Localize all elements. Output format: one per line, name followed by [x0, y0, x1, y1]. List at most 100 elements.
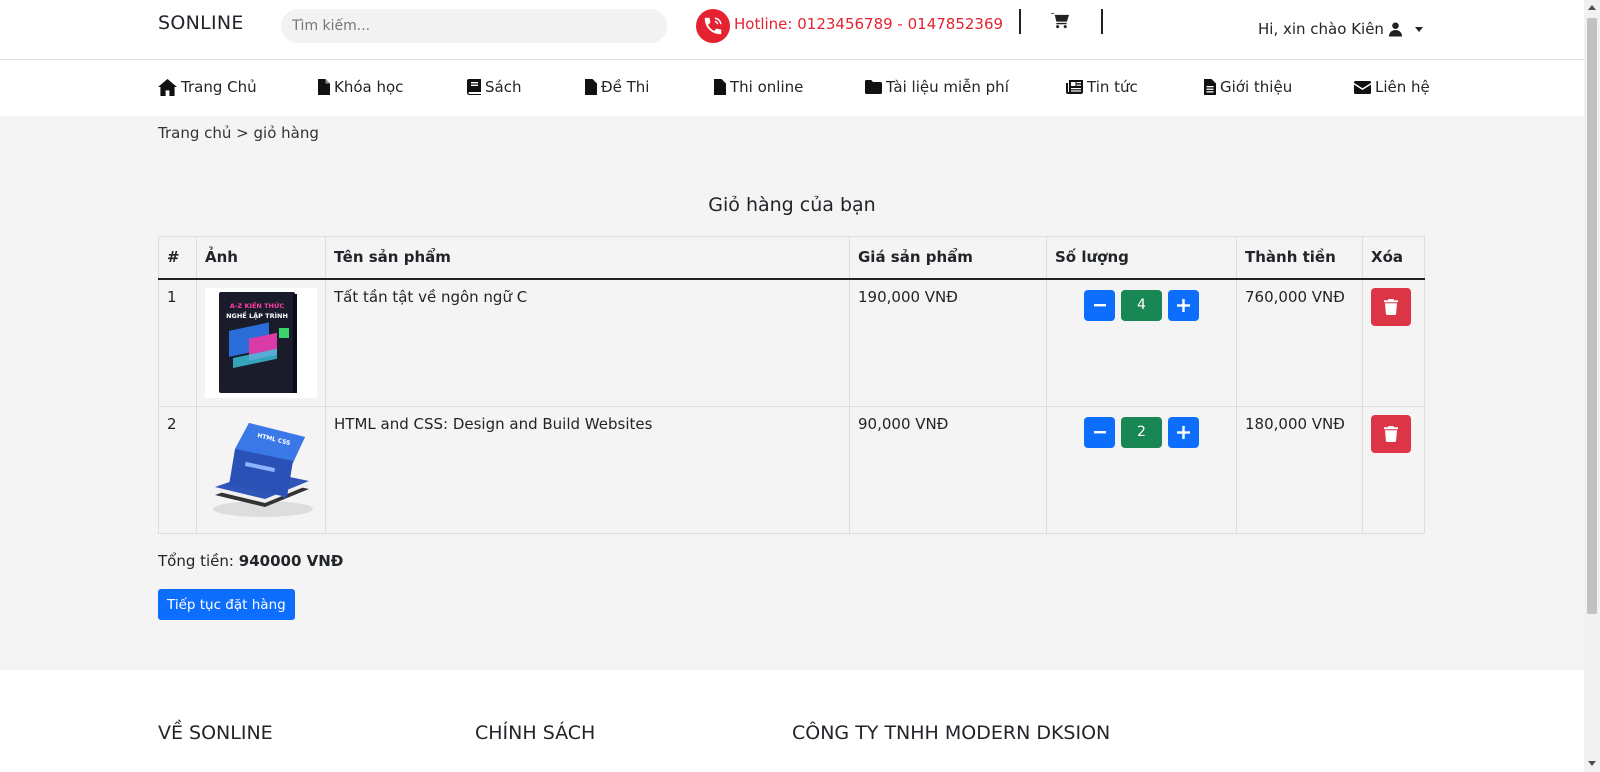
- delete-button[interactable]: [1371, 414, 1411, 453]
- top-header: SONLINE Hotline: 0123456789 - 0147852369…: [0, 0, 1584, 60]
- breadcrumb-current: giỏ hàng: [253, 124, 319, 142]
- cart-table: # Ảnh Tên sản phẩm Giá sản phẩm Số lượng…: [158, 236, 1425, 534]
- file-icon: [714, 79, 726, 95]
- nav-item-free-docs[interactable]: Tài liệu miễn phí: [865, 78, 1009, 96]
- nav-item-label: Đề Thi: [601, 78, 650, 96]
- decrease-qty-button[interactable]: [1084, 289, 1115, 321]
- user-icon: [1388, 22, 1402, 37]
- nav-item-courses[interactable]: Khóa học: [318, 78, 403, 96]
- nav-item-news[interactable]: Tin tức: [1066, 78, 1138, 96]
- breadcrumb-separator: >: [236, 124, 249, 142]
- product-image-cell: HTML CSS: [196, 405, 326, 534]
- nav-item-label: Thi online: [730, 78, 804, 96]
- nav-item-label: Giới thiệu: [1220, 78, 1293, 96]
- product-price: 90,000 VNĐ: [849, 405, 1047, 534]
- phone-icon: [696, 9, 730, 43]
- product-name[interactable]: Tất tần tật về ngôn ngữ C: [325, 278, 850, 407]
- scroll-up-arrow-icon[interactable]: [1588, 5, 1596, 10]
- row-index: 1: [158, 278, 197, 407]
- qty-value[interactable]: 2: [1121, 416, 1162, 448]
- total-label: Tổng tiền:: [158, 552, 234, 570]
- book-icon: [467, 79, 481, 95]
- table-row: 2 HTML CSS HTML and CSS: Design and Buil…: [158, 405, 1425, 534]
- nav-item-label: Tin tức: [1087, 78, 1138, 96]
- brand-logo[interactable]: SONLINE: [158, 12, 244, 34]
- nav-item-about[interactable]: Giới thiệu: [1204, 78, 1292, 96]
- nav-item-label: Khóa học: [334, 78, 404, 96]
- product-subtotal: 760,000 VNĐ: [1236, 278, 1363, 407]
- col-image: Ảnh: [196, 236, 326, 280]
- col-qty: Số lượng: [1046, 236, 1237, 280]
- divider: [1101, 9, 1103, 34]
- file-icon: [318, 79, 330, 95]
- qty-value[interactable]: 4: [1121, 289, 1162, 321]
- nav-item-label: Liên hệ: [1375, 78, 1430, 96]
- cart-title: Giỏ hàng của bạn: [708, 194, 876, 216]
- cart-icon[interactable]: [1051, 12, 1071, 30]
- user-menu[interactable]: Hi, xin chào Kiên: [1258, 20, 1423, 38]
- page-scrollbar[interactable]: [1584, 0, 1600, 772]
- decrease-qty-button[interactable]: [1084, 416, 1115, 448]
- cover-title-1: A-Z KIẾN THỨC: [230, 300, 285, 310]
- cart-total: Tổng tiền: 940000 VNĐ: [158, 552, 343, 570]
- delete-button[interactable]: [1371, 287, 1411, 326]
- scrollbar-thumb[interactable]: [1587, 18, 1597, 614]
- nav-item-label: Trang Chủ: [181, 78, 257, 96]
- greeting-text: Hi, xin chào Kiên: [1258, 20, 1384, 38]
- cover-title-2: NGHỀ LẬP TRÌNH: [226, 310, 288, 320]
- product-name[interactable]: HTML and CSS: Design and Build Websites: [325, 405, 850, 534]
- nav-item-home[interactable]: Trang Chủ: [158, 78, 257, 96]
- product-subtotal: 180,000 VNĐ: [1236, 405, 1363, 534]
- footer-heading-company: CÔNG TY TNHH MODERN DKSION: [792, 722, 1111, 744]
- plus-icon: [1177, 425, 1190, 439]
- quantity-stepper: 4: [1055, 288, 1228, 321]
- breadcrumb-home[interactable]: Trang chủ: [158, 124, 231, 142]
- total-value: 940000 VNĐ: [238, 552, 344, 570]
- trash-icon: [1384, 298, 1398, 315]
- col-delete: Xóa: [1362, 236, 1425, 280]
- file-icon: [585, 79, 597, 95]
- increase-qty-button[interactable]: [1168, 416, 1199, 448]
- breadcrumb: Trang chủ > giỏ hàng: [158, 124, 319, 142]
- nav-item-label: Tài liệu miễn phí: [886, 78, 1009, 96]
- minus-icon: [1093, 304, 1106, 307]
- footer-heading-about: VỀ SONLINE: [158, 722, 273, 744]
- scroll-down-arrow-icon[interactable]: [1588, 761, 1596, 766]
- home-icon: [158, 78, 177, 96]
- folder-icon: [865, 80, 882, 94]
- product-image: HTML CSS: [213, 422, 313, 517]
- nav-item-books[interactable]: Sách: [467, 78, 521, 96]
- search-input[interactable]: [281, 9, 667, 43]
- nav-item-contact[interactable]: Liên hệ: [1354, 78, 1430, 96]
- col-name: Tên sản phẩm: [325, 236, 850, 280]
- col-subtotal: Thành tiền: [1236, 236, 1363, 280]
- qty-cell: 4: [1046, 278, 1237, 407]
- file-text-icon: [1204, 79, 1216, 95]
- product-image-cell: A-Z KIẾN THỨC NGHỀ LẬP TRÌNH: [196, 278, 326, 407]
- qty-cell: 2: [1046, 405, 1237, 534]
- product-image: A-Z KIẾN THỨC NGHỀ LẬP TRÌNH: [205, 287, 317, 398]
- quantity-stepper: 2: [1055, 415, 1228, 448]
- hotline-text: Hotline: 0123456789 - 0147852369: [734, 15, 1004, 33]
- main-nav: Trang Chủ Khóa học Sách Đề Thi Thi onlin…: [0, 61, 1584, 116]
- continue-order-button[interactable]: Tiếp tục đặt hàng: [158, 589, 295, 620]
- main-content: Trang chủ > giỏ hàng Giỏ hàng của bạn # …: [0, 116, 1584, 670]
- footer: VỀ SONLINE CHÍNH SÁCH CÔNG TY TNHH MODER…: [0, 670, 1584, 772]
- delete-cell: [1362, 278, 1425, 407]
- increase-qty-button[interactable]: [1168, 289, 1199, 321]
- col-index: #: [158, 236, 197, 280]
- nav-item-exams[interactable]: Đề Thi: [585, 78, 649, 96]
- plus-icon: [1177, 298, 1190, 312]
- product-price: 190,000 VNĐ: [849, 278, 1047, 407]
- trash-icon: [1384, 425, 1398, 442]
- newspaper-icon: [1066, 80, 1083, 94]
- nav-item-online-test[interactable]: Thi online: [714, 78, 803, 96]
- table-header-row: # Ảnh Tên sản phẩm Giá sản phẩm Số lượng…: [158, 236, 1425, 280]
- minus-icon: [1093, 431, 1106, 434]
- delete-cell: [1362, 405, 1425, 534]
- row-index: 2: [158, 405, 197, 534]
- divider: [1019, 9, 1021, 34]
- col-price: Giá sản phẩm: [849, 236, 1047, 280]
- footer-heading-policy: CHÍNH SÁCH: [475, 722, 596, 744]
- nav-item-label: Sách: [485, 78, 522, 96]
